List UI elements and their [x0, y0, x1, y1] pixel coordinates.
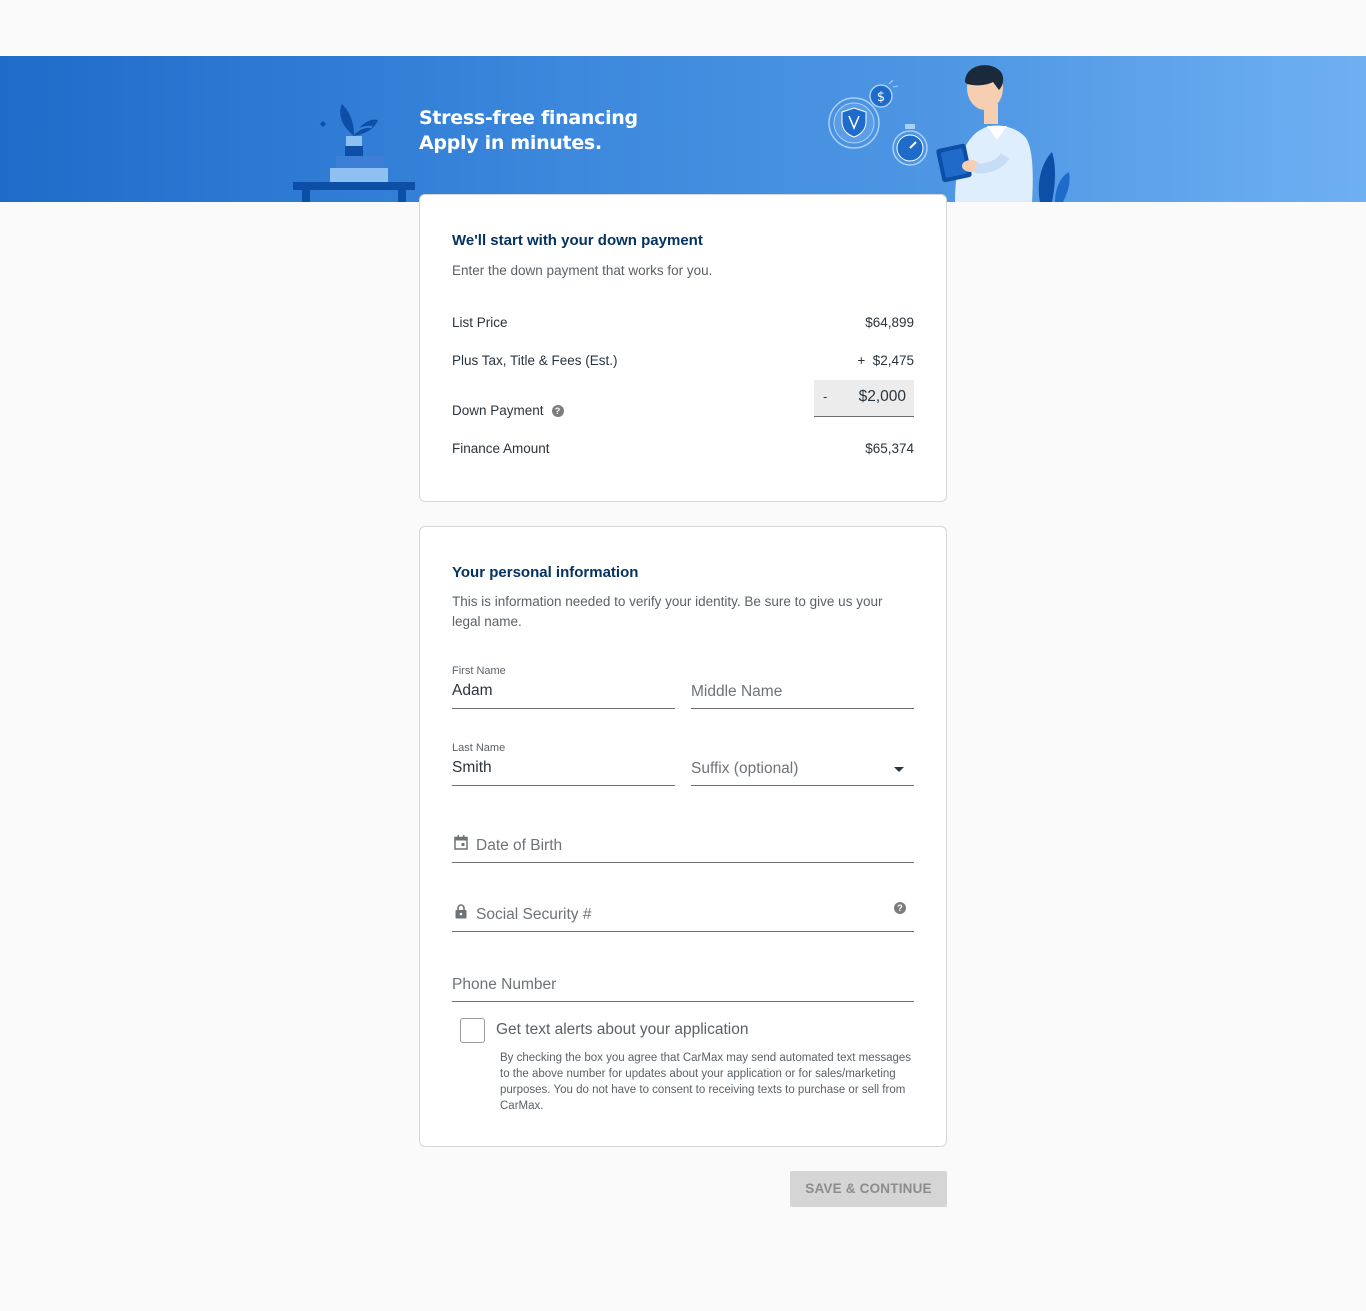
first-name-field[interactable]: First Name Adam	[452, 665, 675, 709]
plant-illustration	[293, 104, 415, 202]
phone-number-field[interactable]: Phone Number	[452, 958, 914, 1002]
middle-name-field[interactable]: Middle Name	[691, 665, 914, 709]
svg-text:$: $	[877, 90, 885, 105]
ssn-field[interactable]: Social Security # ?	[452, 888, 914, 932]
list-price-value: $64,899	[865, 315, 914, 330]
down-payment-subtitle: Enter the down payment that works for yo…	[452, 263, 713, 278]
date-of-birth-field[interactable]: Date of Birth	[452, 819, 914, 863]
last-name-label: Last Name	[452, 742, 506, 754]
first-name-label: First Name	[452, 665, 506, 677]
finance-amount-value: $65,374	[865, 441, 914, 456]
finance-amount-label: Finance Amount	[452, 441, 550, 456]
shield-dollar-illustration: $	[828, 79, 928, 166]
phone-number-placeholder[interactable]: Phone Number	[452, 976, 556, 994]
fees-row: Plus Tax, Title & Fees (Est.) + $2,475	[452, 353, 914, 373]
suffix-placeholder[interactable]: Suffix (optional)	[691, 760, 798, 778]
personal-info-subtitle: This is information needed to verify you…	[452, 594, 883, 629]
last-name-field[interactable]: Last Name Smith	[452, 742, 675, 786]
down-payment-input[interactable]	[836, 388, 906, 406]
personal-info-card: Your personal information This is inform…	[419, 526, 947, 1147]
suffix-select[interactable]: Suffix (optional)	[691, 742, 914, 786]
first-name-value[interactable]: Adam	[452, 682, 493, 700]
date-of-birth-placeholder[interactable]: Date of Birth	[476, 837, 562, 855]
save-continue-button[interactable]: SAVE & CONTINUE	[790, 1171, 947, 1207]
text-alerts-checkbox[interactable]	[460, 1018, 485, 1043]
text-alerts-label[interactable]: Get text alerts about your application	[496, 1021, 748, 1039]
down-payment-input-box[interactable]: -	[814, 380, 914, 417]
person-illustration	[936, 65, 1070, 202]
fees-value: + $2,475	[857, 353, 914, 368]
hero-title: Stress-free financing Apply in minutes.	[419, 106, 638, 156]
down-payment-minus-sign: -	[823, 389, 828, 404]
middle-name-placeholder[interactable]: Middle Name	[691, 683, 782, 701]
ssn-help-icon[interactable]: ?	[894, 902, 906, 914]
down-payment-label-group: Down Payment?	[452, 403, 564, 418]
text-alerts-legal-text: By checking the box you agree that CarMa…	[500, 1052, 912, 1112]
down-payment-card: We'll start with your down payment Enter…	[419, 194, 947, 502]
list-price-row: List Price $64,899	[452, 315, 914, 335]
question-circle-icon[interactable]: ?	[551, 405, 564, 417]
ssn-placeholder[interactable]: Social Security #	[476, 906, 591, 924]
personal-info-title: Your personal information	[452, 564, 639, 581]
hero-title-line1: Stress-free financing	[419, 107, 638, 129]
calendar-icon	[454, 835, 468, 850]
list-price-label: List Price	[452, 315, 508, 330]
down-payment-label: Down Payment	[452, 403, 544, 418]
hero-title-line2: Apply in minutes.	[419, 132, 602, 154]
fees-label: Plus Tax, Title & Fees (Est.)	[452, 353, 618, 368]
finance-amount-row: Finance Amount $65,374	[452, 441, 914, 461]
down-payment-title: We'll start with your down payment	[452, 232, 703, 249]
hero-banner: Stress-free financing Apply in minutes. …	[0, 56, 1366, 202]
caret-down-icon[interactable]	[894, 767, 904, 773]
lock-icon	[455, 904, 467, 919]
last-name-value[interactable]: Smith	[452, 759, 492, 777]
